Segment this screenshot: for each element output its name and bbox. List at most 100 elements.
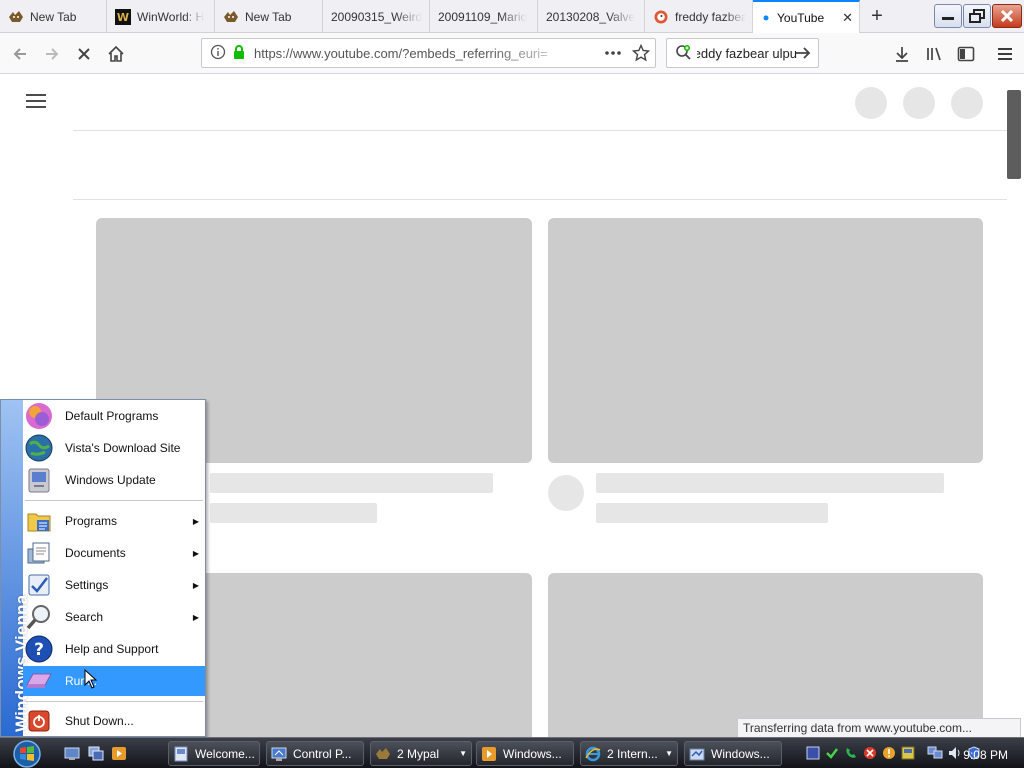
tab-20130208[interactable]: 20130208_Valve [538, 0, 645, 33]
switch-windows-icon[interactable] [88, 746, 104, 761]
windows-orb-icon [13, 740, 41, 768]
menu-item-documents[interactable]: Documents ▶ [23, 538, 205, 568]
taskbar-button-label: Control P... [293, 746, 352, 761]
documents-icon [23, 538, 55, 568]
tab-20090315[interactable]: 20090315_Weird [323, 0, 430, 33]
tab-youtube[interactable]: YouTube ✕ [753, 0, 860, 34]
tray-checkmark-icon[interactable] [825, 746, 839, 763]
submenu-arrow-icon: ▶ [192, 548, 199, 558]
home-button[interactable] [102, 40, 130, 68]
welcome-icon [173, 746, 189, 762]
submenu-arrow-icon: ▶ [192, 516, 199, 526]
menu-item-shut-down[interactable]: Shut Down... [23, 706, 205, 736]
menu-item-label: Search [65, 610, 104, 624]
tab-label: WinWorld: H [137, 9, 205, 24]
page-actions-icon[interactable] [604, 45, 622, 64]
tray-app-icon[interactable] [901, 746, 915, 763]
clock[interactable]: 9:08 PM [963, 748, 1008, 762]
tray-volume-icon[interactable] [948, 746, 962, 763]
menu-item-run[interactable]: Run... [23, 666, 205, 696]
download-arrow-icon [896, 47, 908, 62]
url-bar[interactable]: https://www.youtube.com/?embeds_referrin… [201, 38, 656, 68]
tab-label: New Tab [245, 9, 292, 24]
show-desktop-icon[interactable] [64, 746, 80, 761]
stop-loading-button[interactable] [70, 40, 98, 68]
restore-button[interactable] [963, 4, 991, 28]
new-tab-button[interactable]: + [866, 6, 888, 28]
divider [73, 199, 1007, 200]
close-window-button[interactable] [992, 4, 1022, 28]
minimize-button[interactable] [934, 4, 962, 28]
default-programs-icon [23, 401, 55, 431]
tab-new-tab-1[interactable]: New Tab [0, 0, 107, 33]
menu-item-label: Shut Down... [65, 714, 134, 728]
tray-warning-icon[interactable] [882, 746, 896, 763]
loading-dot-icon [761, 10, 771, 26]
library-button[interactable] [920, 40, 948, 68]
menu-item-settings[interactable]: Settings ▶ [23, 570, 205, 600]
lock-icon[interactable] [232, 44, 246, 63]
menu-item-help-and-support[interactable]: ? Help and Support [23, 634, 205, 664]
start-menu: Windows Vienna Default Programs Vista's … [0, 399, 206, 737]
media-quicklaunch-icon[interactable] [111, 746, 127, 761]
search-input[interactable]: freddy fazbear ulpu [697, 46, 797, 61]
taskbar-button-welcome[interactable]: Welcome... [168, 741, 260, 766]
menu-item-windows-update[interactable]: Windows Update [23, 465, 205, 495]
hamburger-menu-button[interactable] [991, 40, 1019, 68]
menu-item-search[interactable]: Search ▶ [23, 602, 205, 632]
bookmark-star-icon[interactable] [631, 43, 651, 65]
settings-icon [23, 570, 55, 600]
skeleton-meta-line [596, 503, 828, 523]
firefox-fox-icon [8, 9, 24, 25]
group-dropdown-icon[interactable]: ▼ [665, 749, 673, 758]
skeleton-meta-line [210, 503, 377, 523]
tray-error-icon[interactable] [863, 746, 877, 763]
back-button[interactable] [6, 40, 34, 68]
start-button[interactable] [6, 739, 48, 769]
search-go-arrow-icon[interactable] [794, 44, 812, 65]
taskbar-button-windows-media[interactable]: Windows... [476, 741, 574, 766]
tray-monitor-icon[interactable] [806, 746, 820, 763]
group-dropdown-icon[interactable]: ▼ [459, 749, 467, 758]
close-tab-icon[interactable]: ✕ [836, 10, 853, 26]
menu-item-vista-download-site[interactable]: Vista's Download Site [23, 433, 205, 463]
submenu-arrow-icon: ▶ [192, 580, 199, 590]
tray-network-icon[interactable] [927, 746, 943, 763]
skeleton-channel-avatar [548, 475, 584, 511]
menu-item-label: Help and Support [65, 642, 159, 656]
skeleton-avatar [951, 87, 983, 119]
submenu-arrow-icon: ▶ [192, 612, 199, 622]
windows-explorer-icon [689, 746, 705, 762]
downloads-button[interactable] [888, 40, 916, 68]
tab-new-tab-2[interactable]: New Tab [215, 0, 323, 33]
taskbar-button-label: Windows... [503, 746, 562, 761]
skeleton-avatar [855, 87, 887, 119]
sidebar-toggle-button[interactable] [952, 40, 980, 68]
taskbar-button-control-panel[interactable]: Control P... [266, 741, 364, 766]
search-bar[interactable]: freddy fazbear ulpu [666, 38, 819, 68]
sidebar-icon [957, 46, 975, 62]
taskbar-button-internet-explorer[interactable]: 2 Intern... ▼ [580, 741, 678, 766]
menu-item-label: Programs [65, 514, 118, 528]
svg-text:W: W [117, 11, 129, 24]
page-scrollbar-thumb[interactable] [1007, 90, 1021, 179]
search-engine-icon[interactable] [675, 44, 693, 63]
menu-item-default-programs[interactable]: Default Programs [23, 401, 205, 431]
tab-winworld[interactable]: W WinWorld: H [107, 0, 215, 33]
tab-label: freddy fazbea [675, 9, 746, 24]
tab-20091109[interactable]: 20091109_Mario [430, 0, 538, 33]
tab-label: YouTube [777, 11, 825, 25]
tray-phone-icon[interactable] [844, 746, 858, 763]
firefox-fox-icon [223, 9, 239, 25]
library-icon [927, 47, 941, 61]
info-icon[interactable] [210, 44, 226, 63]
taskbar-button-label: 2 Intern... [607, 746, 658, 761]
menu-separator [25, 701, 203, 702]
guide-menu-icon[interactable] [26, 94, 46, 111]
forward-button[interactable] [38, 40, 66, 68]
taskbar-button-mypal[interactable]: 2 Mypal ▼ [370, 741, 472, 766]
menu-item-programs[interactable]: Programs ▶ [23, 506, 205, 536]
taskbar-button-windows-explorer[interactable]: Windows... [684, 741, 782, 766]
tab-freddy-fazbear[interactable]: freddy fazbea [645, 0, 753, 33]
run-icon [23, 666, 55, 696]
